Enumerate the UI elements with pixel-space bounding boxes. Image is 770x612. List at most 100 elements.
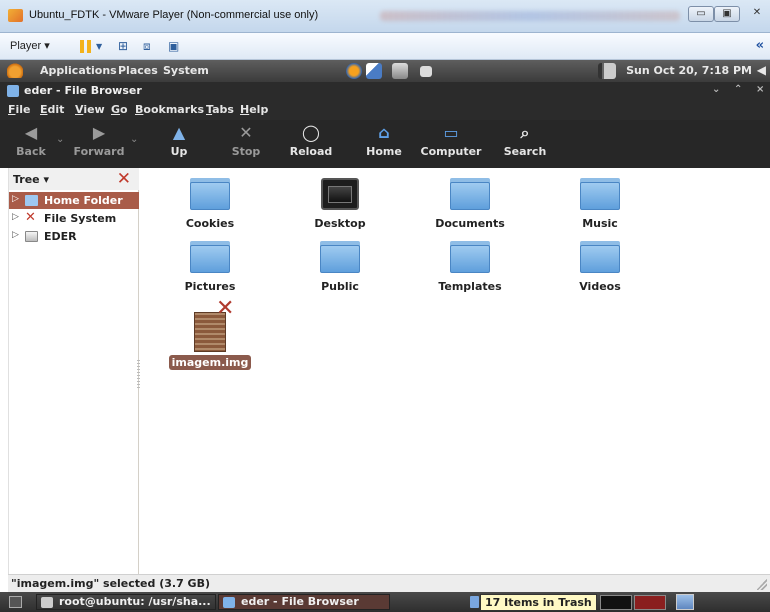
gnome-top-panel: Applications Places System Sun Oct 20, 7… bbox=[0, 60, 770, 82]
reload-label: Reload bbox=[289, 145, 333, 158]
reload-button[interactable]: ◯ Reload bbox=[288, 124, 334, 164]
home-folder-icon bbox=[25, 195, 38, 206]
volume-icon[interactable]: ◀ bbox=[757, 63, 766, 77]
menu-tabs[interactable]: Tabs bbox=[206, 103, 234, 116]
applications-menu[interactable]: Applications bbox=[40, 64, 117, 77]
sidebar-close-icon[interactable]: ✕ bbox=[117, 169, 131, 189]
file-label: Public bbox=[321, 280, 359, 293]
workspace-2[interactable] bbox=[634, 595, 666, 610]
file-label: Videos bbox=[579, 280, 621, 293]
file-label: Templates bbox=[438, 280, 502, 293]
mail-launcher-icon[interactable] bbox=[392, 63, 408, 79]
forward-history-dropdown-icon[interactable]: ⌄ bbox=[130, 134, 138, 145]
stop-label: Stop bbox=[231, 145, 261, 158]
menu-help[interactable]: Help bbox=[240, 103, 268, 116]
fullscreen-icon[interactable]: ⧈ bbox=[143, 40, 157, 53]
file-item-public[interactable]: Public bbox=[280, 241, 400, 294]
file-item-desktop[interactable]: Desktop bbox=[280, 178, 400, 231]
sidebar-tree: Tree ▾ ✕ ▷ Home Folder ▷ ✕ File System ▷… bbox=[8, 168, 139, 574]
taskbar-item-terminal[interactable]: root@ubuntu: /usr/sha... bbox=[36, 594, 216, 610]
up-button[interactable]: ▲ Up bbox=[162, 124, 196, 164]
stop-icon: ✕ bbox=[239, 123, 253, 142]
file-item-music[interactable]: Music bbox=[540, 178, 660, 231]
home-icon: ⌂ bbox=[378, 123, 390, 142]
home-button[interactable]: ⌂ Home bbox=[364, 124, 404, 164]
taskbar-item-file-browser[interactable]: eder - File Browser bbox=[218, 594, 390, 610]
expand-triangle-icon[interactable]: ▷ bbox=[12, 194, 19, 204]
menu-view[interactable]: View bbox=[75, 103, 105, 116]
unity-icon[interactable]: ▣ bbox=[168, 40, 182, 53]
show-desktop-icon[interactable] bbox=[9, 596, 22, 608]
file-item-documents[interactable]: Documents bbox=[410, 178, 530, 231]
resize-grip-icon[interactable] bbox=[757, 578, 767, 590]
menubar: File Edit View Go Bookmarks Tabs Help bbox=[0, 100, 770, 120]
file-label: Desktop bbox=[314, 217, 366, 230]
file-item-pictures[interactable]: Pictures bbox=[150, 241, 270, 294]
file-browser-title: eder - File Browser bbox=[24, 84, 142, 97]
menu-edit[interactable]: Edit bbox=[40, 103, 64, 116]
gnome-foot-icon[interactable] bbox=[7, 63, 23, 78]
folder-icon bbox=[450, 241, 490, 273]
collapse-toolbar-button[interactable]: « bbox=[756, 38, 764, 53]
player-menu-button[interactable]: Player ▾ bbox=[10, 39, 50, 52]
pause-icon[interactable] bbox=[80, 40, 91, 53]
file-item-imagem-img[interactable]: ✕ imagem.img bbox=[150, 296, 270, 370]
minimize-button[interactable]: ▭ bbox=[688, 6, 714, 22]
file-view: Cookies Desktop Documents Music Pictures… bbox=[140, 168, 770, 574]
taskbar-item-label: eder - File Browser bbox=[241, 595, 359, 608]
menu-bookmarks[interactable]: Bookmarks bbox=[135, 103, 204, 116]
file-item-templates[interactable]: Templates bbox=[410, 241, 530, 294]
computer-label: Computer bbox=[420, 145, 482, 158]
sidebar-type-selector[interactable]: Tree ▾ bbox=[13, 173, 49, 186]
trash-notification-icon bbox=[470, 596, 479, 608]
window-maximize-button[interactable]: ⌃ bbox=[734, 84, 742, 95]
file-item-videos[interactable]: Videos bbox=[540, 241, 660, 294]
firefox-launcher-icon[interactable] bbox=[346, 63, 362, 79]
back-button[interactable]: ◀ Back bbox=[12, 124, 50, 164]
sidebar-item-file-system[interactable]: ▷ ✕ File System bbox=[9, 210, 139, 227]
reload-icon: ◯ bbox=[302, 123, 320, 142]
network-icon[interactable]: ⊞ bbox=[118, 40, 132, 53]
computer-button[interactable]: ▭ Computer bbox=[420, 124, 482, 164]
expand-triangle-icon[interactable]: ▷ bbox=[12, 212, 19, 222]
system-menu[interactable]: System bbox=[163, 64, 209, 77]
status-bar: "imagem.img" selected (3.7 GB) bbox=[8, 574, 770, 592]
sidebar-item-label: File System bbox=[44, 212, 117, 225]
filesystem-icon: ✕ bbox=[25, 210, 36, 225]
forward-arrow-icon: ▶ bbox=[92, 123, 106, 142]
trash-icon[interactable] bbox=[676, 594, 694, 610]
folder-icon bbox=[190, 178, 230, 210]
places-menu[interactable]: Places bbox=[118, 64, 158, 77]
sidebar-item-eder[interactable]: ▷ EDER bbox=[9, 228, 139, 245]
file-item-cookies[interactable]: Cookies bbox=[150, 178, 270, 231]
file-label: Documents bbox=[435, 217, 505, 230]
forward-button[interactable]: ▶ Forward bbox=[72, 124, 126, 164]
text-editor-launcher-icon[interactable] bbox=[366, 63, 382, 79]
folder-icon bbox=[580, 178, 620, 210]
file-label: Music bbox=[582, 217, 618, 230]
desktop-folder-icon bbox=[321, 178, 359, 210]
search-button[interactable]: ⌕ Search bbox=[502, 124, 548, 164]
window-close-button[interactable]: × bbox=[756, 84, 764, 95]
window-minimize-button[interactable]: ⌄ bbox=[712, 84, 720, 95]
broken-image-file-icon: ✕ bbox=[184, 296, 236, 356]
network-status-icon[interactable] bbox=[598, 63, 616, 79]
stop-button[interactable]: ✕ Stop bbox=[226, 124, 266, 164]
sidebar-item-home-folder[interactable]: ▷ Home Folder bbox=[9, 192, 139, 209]
folder-icon bbox=[190, 241, 230, 273]
sidebar-header: Tree ▾ ✕ bbox=[9, 168, 139, 190]
terminal-launcher-icon[interactable] bbox=[420, 66, 432, 77]
pause-dropdown-icon[interactable]: ▼ bbox=[96, 40, 110, 53]
back-history-dropdown-icon[interactable]: ⌄ bbox=[56, 134, 64, 145]
panel-clock[interactable]: Sun Oct 20, 7:18 PM bbox=[626, 64, 752, 77]
expand-triangle-icon[interactable]: ▷ bbox=[12, 230, 19, 240]
file-label: imagem.img bbox=[168, 355, 252, 370]
up-label: Up bbox=[170, 145, 188, 158]
menu-file[interactable]: File bbox=[8, 103, 31, 116]
close-button[interactable]: ✕ bbox=[744, 6, 770, 22]
menu-go[interactable]: Go bbox=[111, 103, 128, 116]
workspace-1[interactable] bbox=[600, 595, 632, 610]
maximize-button[interactable]: ▣ bbox=[714, 6, 740, 22]
sidebar-item-label: EDER bbox=[44, 230, 77, 243]
vmware-titlebar: Ubuntu_FDTK - VMware Player (Non-commerc… bbox=[0, 0, 770, 33]
